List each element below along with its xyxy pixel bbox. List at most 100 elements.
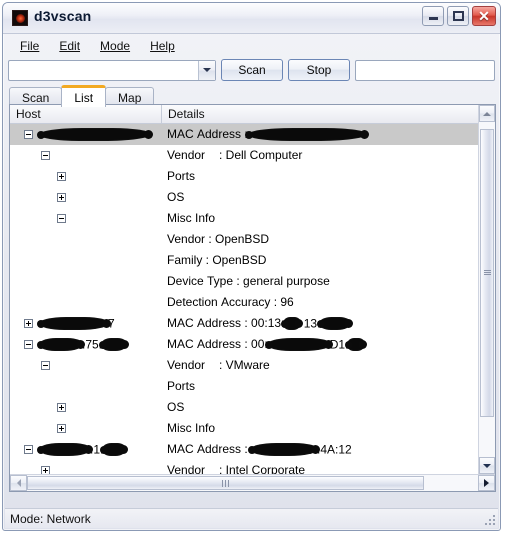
detail-label: Device Type : general purpose xyxy=(167,274,330,288)
menu-item-edit[interactable]: Edit xyxy=(50,37,89,55)
menu-help-label: Help xyxy=(150,39,175,53)
cell-details: Device Type : general purpose xyxy=(162,271,478,292)
cell-host xyxy=(10,187,162,208)
horizontal-scroll-thumb[interactable] xyxy=(27,476,424,490)
menu-file-label: File xyxy=(20,39,40,53)
detail-label: Family : OpenBSD xyxy=(167,253,267,267)
grip-icon xyxy=(483,269,491,276)
table-row[interactable]: Ports xyxy=(10,166,478,187)
collapse-icon[interactable] xyxy=(24,130,33,139)
cell-host xyxy=(10,229,162,250)
cell-host xyxy=(10,418,162,439)
cell-host xyxy=(10,271,162,292)
cell-details: MAC Address : :4A:12 xyxy=(162,439,478,460)
table-row[interactable]: Vendor: Intel Corporate xyxy=(10,460,478,474)
table-row[interactable]: Ports xyxy=(10,376,478,397)
table-row[interactable]: Vendor: VMware xyxy=(10,355,478,376)
detail-label: Vendor : OpenBSD xyxy=(167,232,270,246)
redaction-mark xyxy=(281,318,304,330)
table-row[interactable]: .1. MAC Address : :4A:12 xyxy=(10,439,478,460)
expand-icon[interactable] xyxy=(57,172,66,181)
resize-grip-icon[interactable] xyxy=(484,514,495,525)
table-row[interactable]: OS xyxy=(10,397,478,418)
tree-body[interactable]: Host Details MAC Address : Vendor: Dell C… xyxy=(10,105,478,474)
column-header-host[interactable]: Host xyxy=(10,105,162,123)
table-row[interactable]: Misc Info xyxy=(10,208,478,229)
scroll-up-button[interactable] xyxy=(479,105,495,122)
minimize-button[interactable] xyxy=(422,6,444,26)
detail-label: Misc Info xyxy=(167,421,216,435)
expand-icon[interactable] xyxy=(57,193,66,202)
menu-edit-label: Edit xyxy=(59,39,81,53)
host-address xyxy=(37,124,153,145)
redaction-mark xyxy=(37,444,93,456)
table-row[interactable]: Vendor: Dell Computer xyxy=(10,145,478,166)
cell-details: OS xyxy=(162,397,478,418)
table-row[interactable]: OS xyxy=(10,187,478,208)
target-combo-box[interactable] xyxy=(8,59,216,81)
table-row[interactable]: Device Type : general purpose xyxy=(10,271,478,292)
menu-item-file[interactable]: File xyxy=(11,37,48,55)
redaction-mark xyxy=(244,129,369,141)
collapse-icon[interactable] xyxy=(24,445,33,454)
close-button[interactable]: ✕ xyxy=(472,6,496,26)
cell-details: Misc Info xyxy=(162,418,478,439)
horizontal-scrollbar[interactable] xyxy=(10,474,495,491)
chevron-up-icon xyxy=(483,111,491,116)
vertical-scroll-thumb[interactable] xyxy=(480,128,494,417)
cell-host xyxy=(10,124,162,145)
combo-dropdown-button[interactable] xyxy=(198,60,215,80)
cell-details: Misc Info xyxy=(162,208,478,229)
application-window: d3vscan ✕ File Edit Mode Help Scan Stop … xyxy=(2,2,501,531)
cell-details: Family : OpenBSD xyxy=(162,250,478,271)
detail-label: MAC Address : xyxy=(167,442,252,456)
host-address: .75. xyxy=(37,334,130,355)
stop-button[interactable]: Stop xyxy=(288,59,350,81)
expand-icon[interactable] xyxy=(57,403,66,412)
scroll-down-button[interactable] xyxy=(479,457,495,474)
collapse-icon[interactable] xyxy=(24,340,33,349)
cell-details: Vendor : OpenBSD xyxy=(162,229,478,250)
tree-column-headers: Host Details xyxy=(10,105,478,124)
tab-list[interactable]: List xyxy=(61,85,107,107)
redaction-mark xyxy=(37,339,85,351)
table-row[interactable]: .75. MAC Address : 00: D1: xyxy=(10,334,478,355)
detail-label: Vendor xyxy=(167,358,206,372)
cell-host xyxy=(10,376,162,397)
text-segment: :4A:12 xyxy=(317,442,352,457)
cell-host: .1. xyxy=(10,439,162,460)
vertical-scroll-track[interactable] xyxy=(479,122,495,457)
collapse-icon[interactable] xyxy=(57,214,66,223)
expand-icon[interactable] xyxy=(24,319,33,328)
table-row[interactable]: Detection Accuracy : 96 xyxy=(10,292,478,313)
table-row[interactable]: 7 MAC Address : 00:13: 13: xyxy=(10,313,478,334)
scroll-right-button[interactable] xyxy=(478,475,495,491)
menu-item-help[interactable]: Help xyxy=(141,37,184,55)
maximize-button[interactable] xyxy=(447,6,469,26)
cell-host xyxy=(10,250,162,271)
chevron-left-icon xyxy=(16,479,21,487)
redaction-mark xyxy=(37,129,153,141)
detail-label: OS xyxy=(167,400,185,414)
table-row[interactable]: Family : OpenBSD xyxy=(10,250,478,271)
table-row[interactable]: Misc Info xyxy=(10,418,478,439)
expand-icon[interactable] xyxy=(41,466,50,474)
scroll-left-button[interactable] xyxy=(10,475,27,491)
collapse-icon[interactable] xyxy=(41,151,50,160)
table-row[interactable]: Vendor : OpenBSD xyxy=(10,229,478,250)
cell-host xyxy=(10,460,162,474)
collapse-icon[interactable] xyxy=(41,361,50,370)
redaction-mark xyxy=(100,444,129,456)
horizontal-scroll-track[interactable] xyxy=(27,475,478,491)
window-title: d3vscan xyxy=(34,8,92,24)
expand-icon[interactable] xyxy=(57,424,66,433)
redaction-mark xyxy=(248,444,321,456)
vertical-scrollbar[interactable] xyxy=(478,105,495,474)
cell-details: MAC Address : xyxy=(162,124,478,145)
grip-icon xyxy=(221,479,230,487)
status-text-field[interactable] xyxy=(355,59,495,81)
table-row[interactable]: MAC Address : xyxy=(10,124,478,145)
menu-item-mode[interactable]: Mode xyxy=(91,37,139,55)
scan-button[interactable]: Scan xyxy=(221,59,283,81)
column-header-details[interactable]: Details xyxy=(162,105,478,123)
